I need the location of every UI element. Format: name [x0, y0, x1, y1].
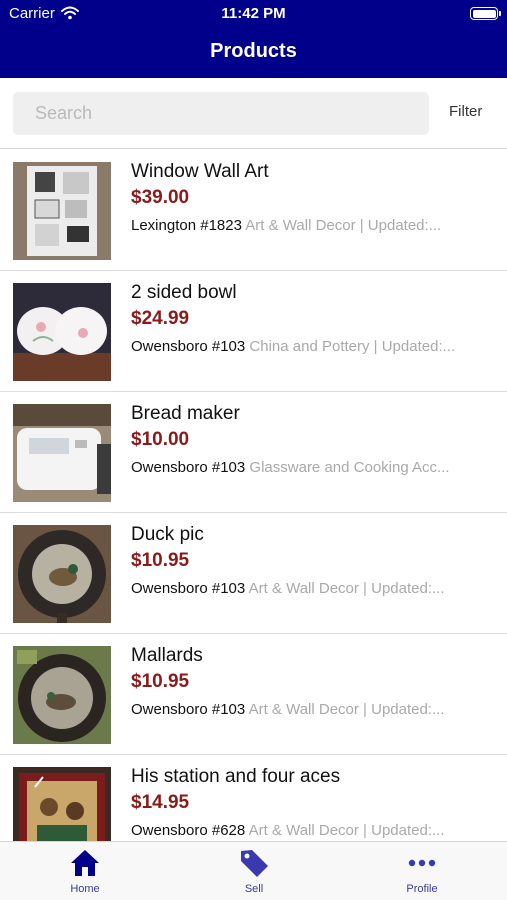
product-meta: Owensboro #103 China and Pottery | Updat…: [131, 338, 485, 355]
product-details: Art & Wall Decor | Updated:...: [248, 580, 445, 597]
product-title: Window Wall Art: [131, 161, 269, 182]
home-icon: [71, 850, 99, 876]
product-price: $14.95: [131, 792, 190, 813]
product-location: Owensboro #103: [131, 701, 246, 718]
tab-sell-label: Sell: [244, 883, 264, 895]
status-bar: Carrier 11:42 PM: [0, 0, 507, 28]
product-price: $10.95: [131, 671, 190, 692]
product-details: Glassware and Cooking Acc...: [249, 459, 450, 476]
product-meta: Owensboro #628 Art & Wall Decor | Update…: [131, 822, 485, 839]
product-meta: Owensboro #103 Art & Wall Decor | Update…: [131, 701, 485, 718]
product-details: China and Pottery | Updated:...: [249, 338, 456, 355]
product-thumbnail: [13, 162, 111, 260]
product-meta: Owensboro #103 Glassware and Cooking Acc…: [131, 459, 485, 476]
product-thumbnail: [13, 525, 111, 623]
product-list: Window Wall Art $39.00 Lexington #1823 A…: [0, 150, 507, 841]
tab-profile[interactable]: Profile: [362, 842, 482, 900]
product-title: Mallards: [131, 645, 203, 666]
product-location: Owensboro #103: [131, 338, 246, 355]
product-title: Duck pic: [131, 524, 204, 545]
product-row[interactable]: Window Wall Art $39.00 Lexington #1823 A…: [0, 150, 507, 271]
product-row[interactable]: 2 sided bowl $24.99 Owensboro #103 China…: [0, 271, 507, 392]
product-location: Lexington #1823: [131, 217, 242, 234]
search-bar: Filter: [0, 78, 507, 149]
status-time: 11:42 PM: [221, 5, 286, 22]
product-details: Art & Wall Decor | Updated:...: [248, 822, 445, 839]
tab-profile-label: Profile: [406, 883, 438, 895]
product-row[interactable]: His station and four aces $14.95 Owensbo…: [0, 755, 507, 841]
product-price: $10.95: [131, 550, 190, 571]
product-title: 2 sided bowl: [131, 282, 237, 303]
app-header: Carrier 11:42 PM Products: [0, 0, 507, 78]
product-thumbnail: [13, 767, 111, 841]
product-price: $10.00: [131, 429, 190, 450]
product-meta: Lexington #1823 Art & Wall Decor | Updat…: [131, 217, 485, 234]
product-price: $39.00: [131, 187, 190, 208]
product-price: $24.99: [131, 308, 190, 329]
product-location: Owensboro #103: [131, 580, 246, 597]
more-dots-icon: [408, 859, 436, 867]
product-thumbnail: [13, 646, 111, 744]
search-input[interactable]: [13, 92, 429, 135]
tab-home-label: Home: [70, 883, 100, 895]
product-thumbnail: [13, 404, 111, 502]
tab-sell[interactable]: Sell: [194, 842, 314, 900]
product-row[interactable]: Bread maker $10.00 Owensboro #103 Glassw…: [0, 392, 507, 513]
tab-bar: Home Sell Profile: [0, 841, 507, 900]
product-row[interactable]: Duck pic $10.95 Owensboro #103 Art & Wal…: [0, 513, 507, 634]
product-location: Owensboro #628: [131, 822, 246, 839]
filter-button[interactable]: Filter: [449, 103, 482, 120]
tag-icon: [241, 850, 268, 877]
product-title: His station and four aces: [131, 766, 341, 787]
page-title: Products: [210, 40, 297, 62]
battery-icon: [470, 7, 501, 20]
product-thumbnail: [13, 283, 111, 381]
product-details: Art & Wall Decor | Updated:...: [248, 701, 445, 718]
product-title: Bread maker: [131, 403, 240, 424]
product-location: Owensboro #103: [131, 459, 246, 476]
tab-home[interactable]: Home: [25, 842, 145, 900]
product-details: Art & Wall Decor | Updated:...: [245, 217, 442, 234]
product-row[interactable]: Mallards $10.95 Owensboro #103 Art & Wal…: [0, 634, 507, 755]
product-meta: Owensboro #103 Art & Wall Decor | Update…: [131, 580, 485, 597]
